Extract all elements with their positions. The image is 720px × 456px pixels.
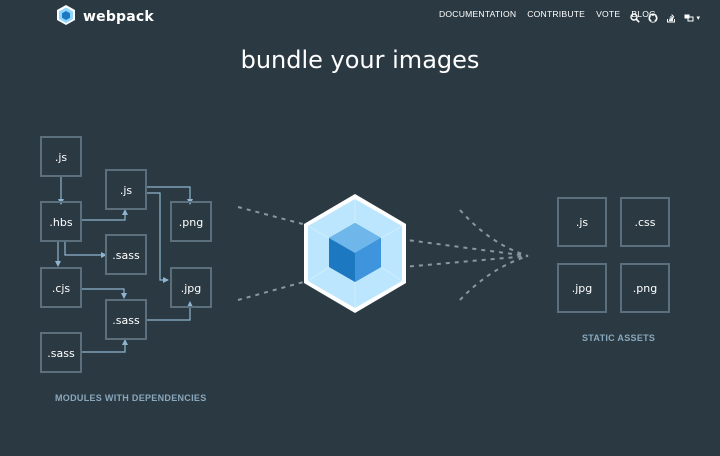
module-box: .js (40, 136, 82, 177)
module-box-label: .sass (47, 347, 75, 360)
asset-box: .js (557, 197, 607, 247)
asset-box: .jpg (557, 263, 607, 313)
module-box: .sass (40, 332, 82, 373)
module-box-label: .cjs (52, 282, 71, 295)
output-flow-lines (391, 209, 529, 301)
modules-caption: MODULES WITH DEPENDENCIES (55, 393, 207, 403)
module-box: .sass (105, 299, 147, 340)
module-box-label: .png (179, 216, 203, 229)
asset-box: .png (620, 263, 670, 313)
asset-box-label: .png (633, 282, 657, 295)
module-box-label: .js (120, 184, 133, 197)
module-box-label: .js (55, 151, 68, 164)
asset-box-label: .js (576, 216, 589, 229)
bundle-diagram: .js .js .hbs .png .sass .cjs .jpg .sass (40, 136, 670, 373)
module-box: .sass (105, 234, 147, 275)
asset-box-label: .jpg (572, 282, 593, 295)
module-box-label: .jpg (181, 282, 202, 295)
module-box: .hbs (40, 201, 82, 242)
asset-box: .css (620, 197, 670, 247)
module-box: .png (170, 201, 212, 242)
module-box: .js (105, 169, 147, 210)
module-box-label: .hbs (49, 216, 72, 229)
static-asset-boxes: .js .css .jpg .png (557, 197, 670, 313)
module-box-label: .sass (112, 314, 140, 327)
module-box: .jpg (170, 267, 212, 308)
assets-caption: STATIC ASSETS (582, 333, 656, 343)
asset-box-label: .css (634, 216, 655, 229)
module-box: .cjs (40, 267, 82, 308)
webpack-bundler-cube (304, 194, 406, 313)
module-box-label: .sass (112, 249, 140, 262)
